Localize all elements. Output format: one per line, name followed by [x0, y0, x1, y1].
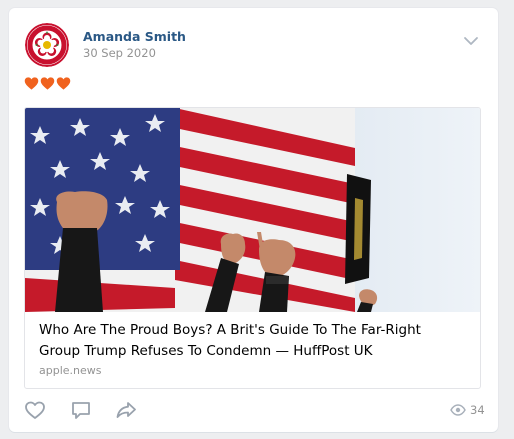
attachment-title[interactable]: Who Are The Proud Boys? A Brit's Guide T… [39, 320, 459, 362]
attachment-photo[interactable] [25, 108, 480, 312]
views-count: 34 [470, 403, 485, 417]
orange-heart-icon [40, 76, 55, 91]
link-attachment[interactable]: Who Are The Proud Boys? A Brit's Guide T… [24, 107, 481, 389]
post-card: Amanda Smith 30 Sep 2020 Who Are The Pro… [9, 8, 498, 432]
post-text-emoji [24, 76, 71, 94]
avatar[interactable] [25, 23, 69, 67]
post-date[interactable]: 30 Sep 2020 [83, 46, 156, 60]
eye-icon [450, 404, 466, 416]
comment-icon [72, 402, 90, 419]
author-name[interactable]: Amanda Smith [83, 29, 186, 44]
orange-heart-icon [56, 76, 71, 91]
orange-heart-icon [24, 76, 39, 91]
views-counter: 34 [450, 403, 485, 417]
post-menu-chevron-icon[interactable] [463, 32, 479, 45]
comment-button[interactable] [69, 398, 95, 422]
attachment-domain[interactable]: apple.news [39, 364, 102, 377]
like-button[interactable] [23, 398, 49, 422]
share-button[interactable] [114, 398, 140, 422]
heart-outline-icon [25, 401, 45, 419]
share-arrow-icon [116, 402, 136, 418]
